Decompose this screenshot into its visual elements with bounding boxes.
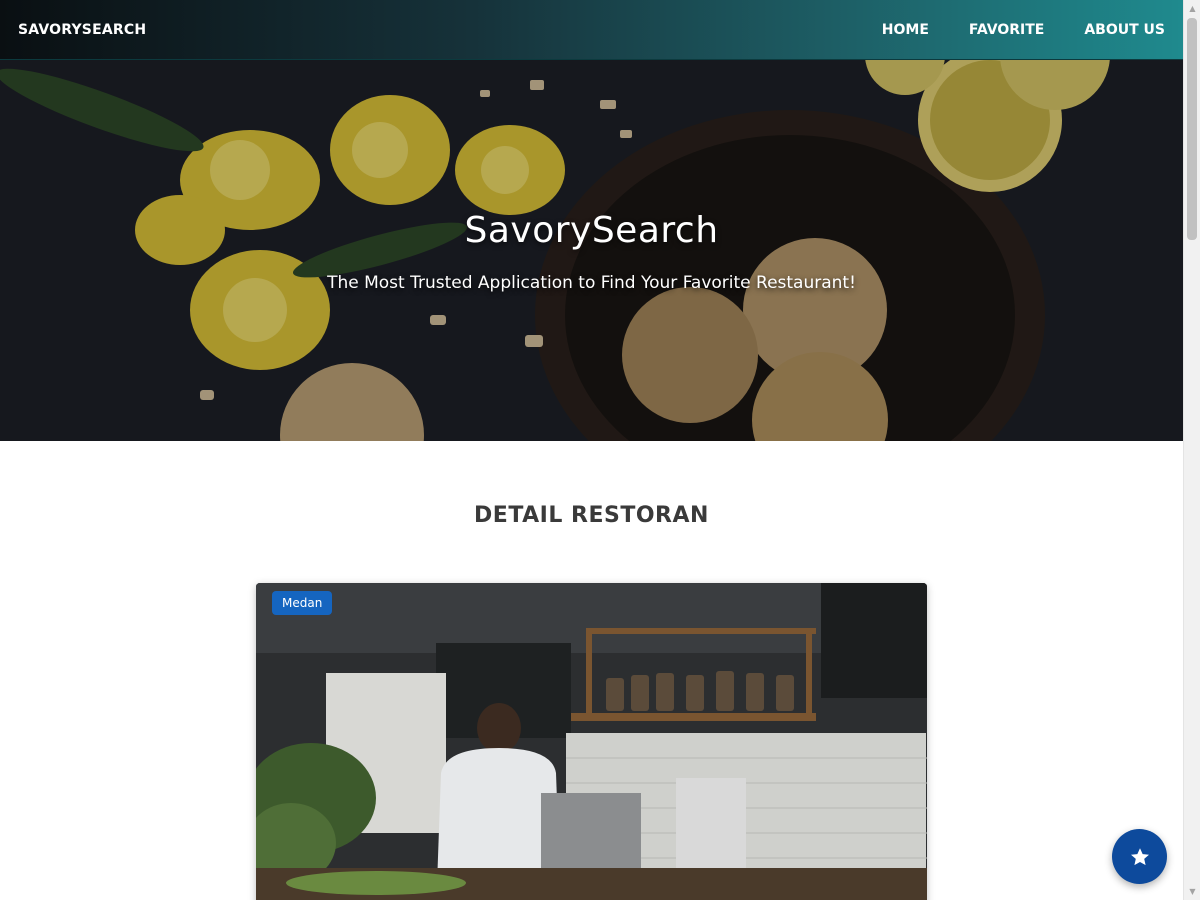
app-bar: SAVORYSEARCH HOME FAVORITE ABOUT US (0, 0, 1183, 60)
main-nav: HOME FAVORITE ABOUT US (862, 14, 1165, 46)
brand-logo[interactable]: SAVORYSEARCH (18, 22, 146, 38)
star-icon (1130, 847, 1149, 865)
scroll-thumb[interactable] (1187, 18, 1197, 240)
nav-favorite[interactable]: FAVORITE (949, 14, 1064, 46)
hero-banner: SavorySearch The Most Trusted Applicatio… (0, 60, 1183, 441)
section-title: DETAIL RESTORAN (474, 503, 709, 528)
hero-subtitle: The Most Trusted Application to Find You… (327, 273, 856, 293)
scroll-down-arrow-icon[interactable]: ▼ (1184, 883, 1200, 900)
page-scrollbar[interactable]: ▲ ▼ (1183, 0, 1200, 900)
nav-home[interactable]: HOME (862, 14, 949, 46)
hero-title: SavorySearch (464, 210, 719, 251)
restaurant-image (256, 583, 927, 900)
nav-about-us[interactable]: ABOUT US (1064, 14, 1165, 46)
restaurant-detail-card: Medan (256, 583, 927, 900)
hero-text: SavorySearch The Most Trusted Applicatio… (0, 210, 1183, 293)
favorite-button[interactable] (1112, 829, 1167, 884)
scroll-up-arrow-icon[interactable]: ▲ (1184, 0, 1200, 17)
city-badge: Medan (272, 591, 333, 615)
